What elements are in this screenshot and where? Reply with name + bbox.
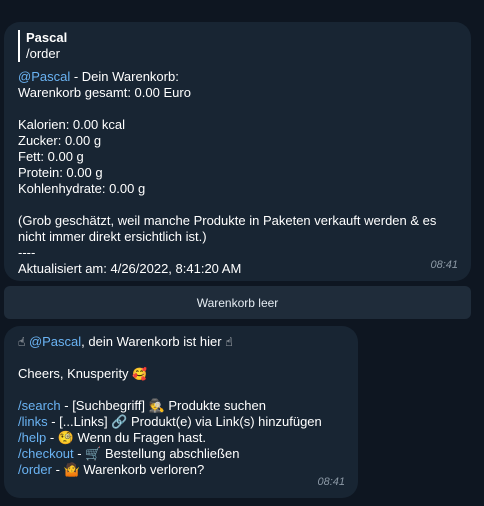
command-link-order[interactable]: /order xyxy=(18,462,52,477)
updated-timestamp: Aktualisiert am: 4/26/2022, 8:41:20 AM xyxy=(18,261,242,276)
cart-header-text: - Dein Warenkorb: xyxy=(70,69,179,84)
command-desc: - 🤷 Warenkorb verloren? xyxy=(51,462,205,477)
quote-text: /order xyxy=(26,46,60,61)
smiling-hearts-icon: 🥰 xyxy=(132,367,148,381)
command-link-search[interactable]: /search xyxy=(18,398,61,413)
command-help: /help - 🧐 Wenn du Fragen hast. xyxy=(18,430,344,446)
command-link-links[interactable]: /links xyxy=(18,414,48,429)
command-link-checkout[interactable]: /checkout xyxy=(18,446,74,461)
reply-quote[interactable]: Pascal /order xyxy=(18,30,457,62)
empty-cart-button[interactable]: Warenkorb leer xyxy=(4,286,471,319)
pointing-up-icon: ☝ xyxy=(18,335,26,349)
user-mention[interactable]: @Pascal xyxy=(29,334,81,349)
cart-total: Warenkorb gesamt: 0.00 Euro xyxy=(18,85,191,100)
cart-message-bubble: Pascal /order @Pascal - Dein Warenkorb: … xyxy=(4,22,471,281)
message-time: 08:41 xyxy=(430,259,458,271)
greeting-text: , dein Warenkorb ist hier xyxy=(81,334,226,349)
quote-author: Pascal xyxy=(26,30,68,45)
nutrition-calories: Kalorien: 0.00 kcal xyxy=(18,117,125,132)
command-order: /order - 🤷 Warenkorb verloren? xyxy=(18,462,344,478)
command-desc: - 🧐 Wenn du Fragen hast. xyxy=(46,430,206,445)
command-links: /links - [...Links] 🔗 Produkt(e) via Lin… xyxy=(18,414,344,430)
command-desc: - [...Links] 🔗 Produkt(e) via Link(s) hi… xyxy=(47,414,322,429)
command-link-help[interactable]: /help xyxy=(18,430,46,445)
command-search: /search - [Suchbegriff] 🕵 Produkte suche… xyxy=(18,398,344,414)
nutrition-carbs: Kohlenhydrate: 0.00 g xyxy=(18,181,146,196)
nutrition-fat: Fett: 0.00 g xyxy=(18,149,84,164)
cart-header-line: @Pascal - Dein Warenkorb: xyxy=(18,69,457,85)
estimate-note: (Grob geschätzt, weil manche Produkte in… xyxy=(18,213,437,244)
cheers-text: Cheers, Knusperity xyxy=(18,366,133,381)
empty-cart-button-label: Warenkorb leer xyxy=(196,295,279,310)
separator: ---- xyxy=(18,245,36,260)
message-time: 08:41 xyxy=(317,476,345,488)
command-desc: - 🛒 Bestellung abschließen xyxy=(73,446,240,461)
cheers-line: Cheers, Knusperity 🥰 xyxy=(18,366,344,382)
user-mention[interactable]: @Pascal xyxy=(18,69,70,84)
greeting-line: ☝ @Pascal, dein Warenkorb ist hier ☝ xyxy=(18,334,344,350)
nutrition-protein: Protein: 0.00 g xyxy=(18,165,103,180)
command-desc: - [Suchbegriff] 🕵 Produkte suchen xyxy=(60,398,266,413)
nutrition-sugar: Zucker: 0.00 g xyxy=(18,133,102,148)
command-checkout: /checkout - 🛒 Bestellung abschließen xyxy=(18,446,344,462)
pointing-up-icon: ☝ xyxy=(225,335,233,349)
help-message-bubble: ☝ @Pascal, dein Warenkorb ist hier ☝ Che… xyxy=(4,326,358,498)
